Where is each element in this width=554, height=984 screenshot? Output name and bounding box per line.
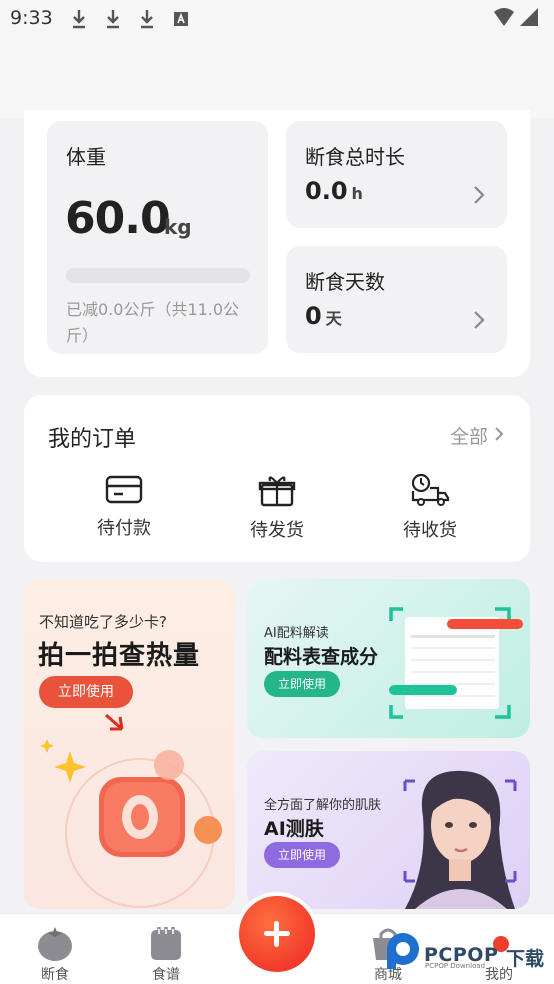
- fast-total-value: 0.0: [305, 177, 348, 205]
- tab-fasting[interactable]: 断食: [15, 924, 95, 984]
- weight-title: 体重: [66, 145, 106, 169]
- fast-days-unit: 天: [325, 309, 342, 328]
- tab-label: 食谱: [152, 967, 180, 983]
- skin-use-button[interactable]: 立即使用: [264, 842, 340, 868]
- fast-total-value-line: 0.0 h: [305, 177, 363, 205]
- orders-title: 我的订单: [48, 427, 137, 452]
- fast-total-title: 断食总时长: [305, 145, 405, 169]
- order-label: 待付款: [97, 518, 151, 539]
- fast-total-unit: h: [351, 184, 363, 203]
- watermark-suffix: 下载: [506, 948, 545, 970]
- ingredients-table-illustration: [389, 607, 523, 719]
- tab-recipes[interactable]: 食谱: [126, 924, 206, 984]
- fast-days-value-line: 0天: [305, 302, 342, 330]
- chevron-right-icon: [474, 311, 485, 329]
- watermark-small: PCPOP Download: [425, 962, 486, 970]
- stats-card: 体重 60.0 kg 已减0.0公斤（共11.0公斤） 断食总时长 0.0 h 断…: [24, 110, 530, 377]
- fast-days-card[interactable]: 断食天数 0天: [286, 246, 507, 353]
- status-time: 9:33: [10, 7, 53, 29]
- weight-progress-bar: [66, 268, 250, 283]
- skin-test-banner[interactable]: 全方面了解你的肌肤 AI测肤 立即使用: [247, 751, 530, 909]
- ingredients-banner[interactable]: AI配料解读 配料表查成分 立即使用: [247, 579, 530, 738]
- chevron-right-icon: [474, 186, 485, 204]
- skin-subtitle: 全方面了解你的肌肤: [264, 798, 382, 813]
- orders-all-link[interactable]: 全部: [450, 422, 488, 449]
- chevron-right-icon[interactable]: [494, 426, 504, 442]
- order-pending-shipment[interactable]: 待发货: [227, 473, 327, 542]
- calorie-subtitle: 不知道吃了多少卡?: [39, 613, 167, 631]
- order-pending-payment[interactable]: 待付款: [74, 473, 174, 540]
- order-label: 待收货: [403, 520, 457, 541]
- plus-icon-bar: [274, 921, 279, 947]
- fast-days-title: 断食天数: [305, 270, 385, 294]
- download-icon: [141, 10, 153, 29]
- ingredients-subtitle: AI配料解读: [264, 626, 329, 641]
- add-record-button[interactable]: [239, 896, 315, 972]
- status-bar: 9:33: [0, 0, 554, 38]
- calorie-title: 拍一拍查热量: [38, 641, 201, 671]
- signal-icon: [494, 8, 538, 26]
- tomato-icon: [38, 927, 72, 961]
- font-icon: [174, 12, 188, 26]
- order-pending-receipt[interactable]: 待收货: [380, 473, 480, 542]
- weight-value: 60.0: [65, 193, 171, 244]
- download-icon: [73, 10, 85, 29]
- weight-unit: kg: [164, 215, 192, 239]
- fast-total-card[interactable]: 断食总时长 0.0 h: [286, 121, 507, 228]
- header-area: [0, 38, 554, 118]
- camera-illustration: [40, 713, 222, 908]
- fast-days-value: 0: [305, 302, 322, 330]
- weight-note: 已减0.0公斤（共11.0公斤）: [66, 300, 240, 345]
- notebook-icon: [151, 927, 181, 960]
- face-scan-illustration: [403, 770, 517, 909]
- add-record-fab-ring: [235, 892, 319, 976]
- download-icon: [107, 10, 119, 29]
- ingredients-title: 配料表查成分: [264, 646, 379, 668]
- pcpop-logo: [387, 933, 419, 969]
- orders-card: 我的订单 全部 待付款 待发货 待收货: [24, 395, 530, 562]
- card-icon: [105, 475, 143, 504]
- calorie-scan-banner[interactable]: 不知道吃了多少卡? 拍一拍查热量 立即使用: [24, 579, 235, 909]
- skin-title: AI测肤: [264, 818, 324, 840]
- delivery-truck-icon: [411, 473, 450, 506]
- weight-card[interactable]: 体重 60.0 kg 已减0.0公斤（共11.0公斤）: [47, 121, 268, 354]
- gift-icon: [258, 476, 296, 507]
- tab-label: 断食: [41, 967, 69, 983]
- order-label: 待发货: [250, 520, 304, 541]
- ingredients-use-button[interactable]: 立即使用: [264, 671, 340, 697]
